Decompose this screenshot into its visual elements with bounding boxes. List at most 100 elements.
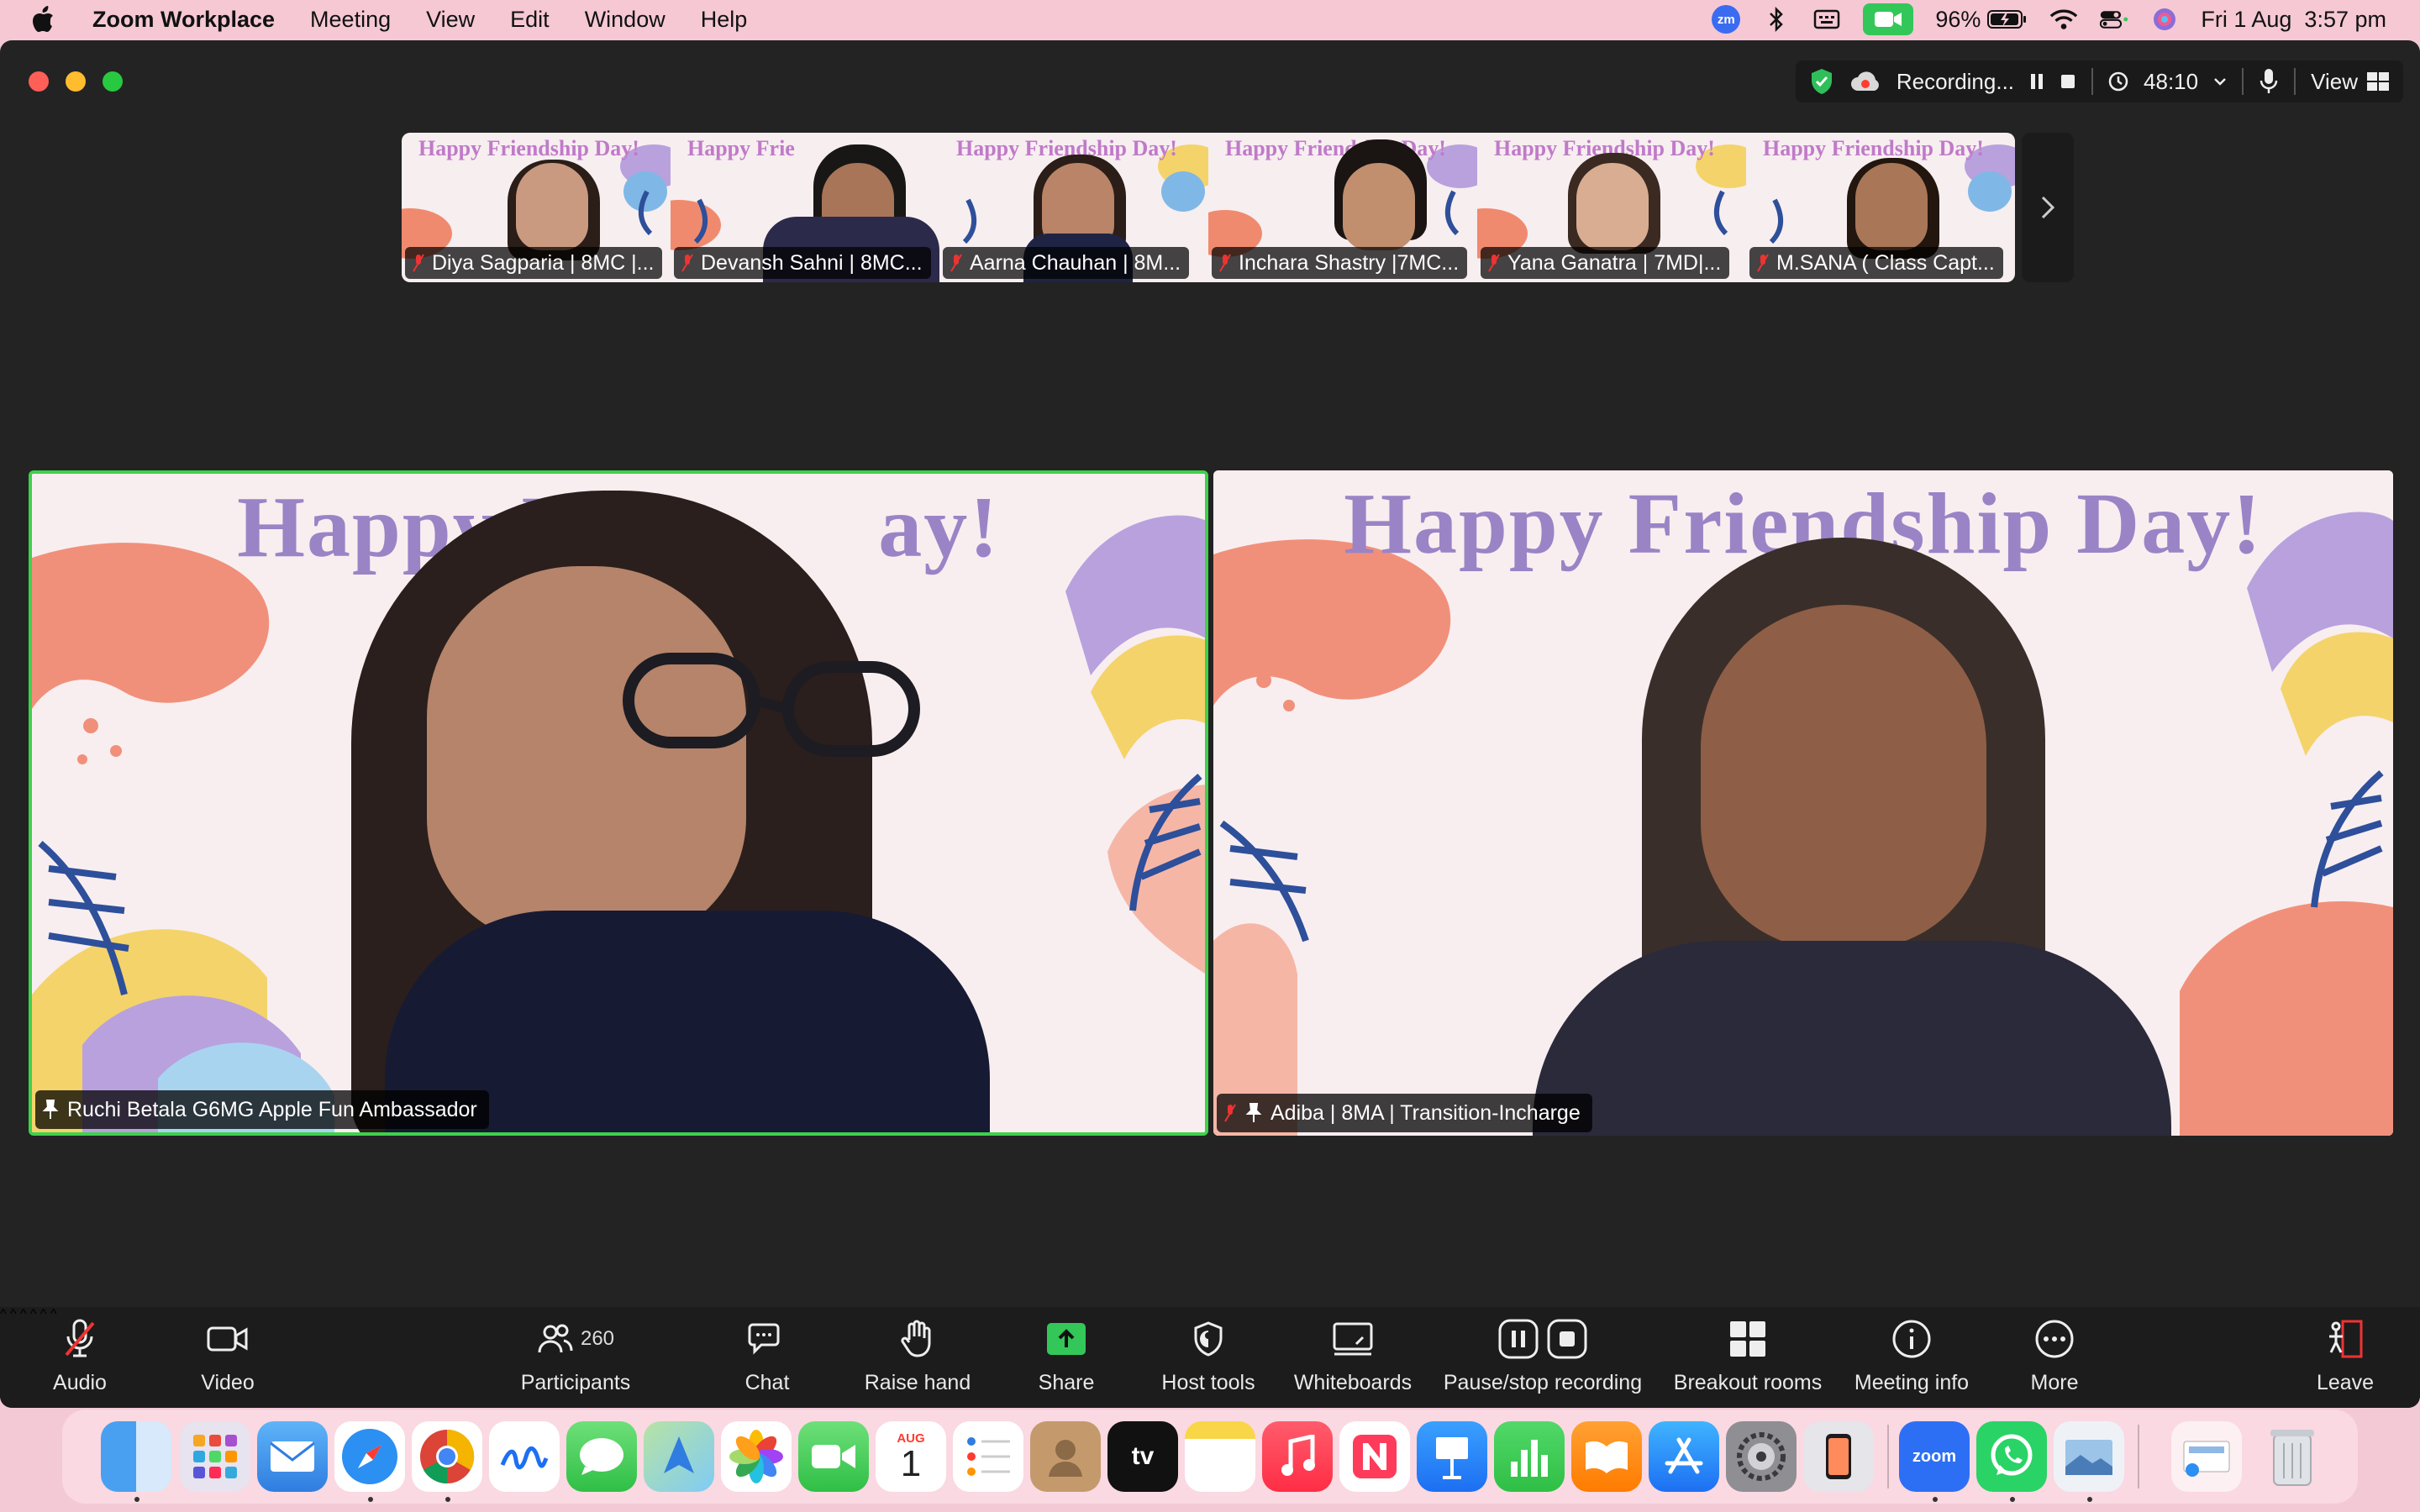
view-button[interactable]: View [2311,69,2390,95]
facetime-icon[interactable] [798,1421,869,1492]
menu-meeting[interactable]: Meeting [310,7,391,33]
audio-options-caret[interactable]: ^ [0,1307,7,1321]
menu-view[interactable]: View [426,7,475,33]
preview-icon[interactable] [2054,1421,2124,1492]
host-tools-shield-icon [1194,1321,1223,1357]
maps-icon[interactable] [644,1421,714,1492]
encryption-shield-icon[interactable] [1809,67,1834,96]
video-options-caret[interactable]: ^ [10,1307,17,1321]
participant-thumbnail[interactable]: Happy Friendship Day! Inchara Shastry |7… [1208,133,1477,282]
apple-icon[interactable] [30,5,55,34]
downloads-stack-icon[interactable] [2171,1421,2242,1492]
share-options-caret[interactable]: ^ [40,1307,47,1321]
reactions-options-caret[interactable]: ^ [30,1307,37,1321]
video-tile-participant[interactable]: Happy Friendship Day! Adiba | 8MA | Tran… [1213,470,2393,1136]
launchpad-icon[interactable] [180,1421,250,1492]
freeform-icon[interactable] [489,1421,560,1492]
chat-options-caret[interactable]: ^ [20,1307,27,1321]
stop-recording-icon[interactable] [2060,73,2076,90]
breakout-rooms-button[interactable]: Breakout rooms [1672,1315,1823,1408]
host-tools-button[interactable]: Host tools [1156,1315,1260,1408]
participants-button[interactable]: 260 Participants [513,1315,639,1408]
whiteboards-button[interactable]: Whiteboards [1291,1315,1415,1408]
microphone-icon[interactable] [2259,67,2279,96]
pause-stop-recording-button[interactable]: Pause/stop recording [1440,1315,1645,1408]
whatsapp-icon[interactable] [1976,1421,2047,1492]
numbers-icon[interactable] [1494,1421,1565,1492]
running-indicator [445,1497,450,1502]
siri-icon[interactable] [2150,7,2179,32]
muted-mic-icon [1488,254,1500,272]
banner-text: Happy Friendship Day! [418,136,639,160]
iphone-mirroring-icon[interactable] [1803,1421,1874,1492]
calendar-icon[interactable]: AUG 1 [876,1421,946,1492]
menubar-clock[interactable]: Fri 1 Aug 3:57 pm [2201,7,2386,33]
notes-icon[interactable] [1185,1421,1255,1492]
meeting-timer[interactable]: 48:10 [2144,69,2198,95]
more-icon [2035,1320,2074,1358]
window-fullscreen-button[interactable] [103,71,123,92]
menu-edit[interactable]: Edit [510,7,550,33]
more-label: More [2030,1371,2079,1394]
app-store-icon[interactable] [1649,1421,1719,1492]
meeting-info-button[interactable]: Meeting info [1850,1315,1973,1408]
app-menu-zoom[interactable]: Zoom Workplace [92,7,275,33]
pause-recording-icon[interactable] [2029,72,2044,91]
chrome-icon[interactable] [412,1421,482,1492]
system-settings-icon[interactable] [1726,1421,1797,1492]
participant-thumbnail[interactable]: Happy Friendship Day! Yana Ganatra | 7MD… [1477,133,1746,282]
mail-icon[interactable] [257,1421,328,1492]
finder-icon[interactable] [101,1421,171,1492]
camera-active-icon[interactable] [1863,3,1914,35]
participant-thumbnail[interactable]: Happy Frie Devansh Sahni | 8MC... [671,133,939,282]
participant-shirt [1533,941,2171,1136]
participant-thumbnail[interactable]: Happy Friendship Day! Diya Sagparia | 8M… [402,133,671,282]
safari-icon[interactable] [334,1421,405,1492]
news-icon[interactable] [1339,1421,1410,1492]
leave-button[interactable]: Leave [2316,1315,2375,1408]
share-button[interactable]: Share [1037,1315,1096,1408]
window-close-button[interactable] [29,71,49,92]
zoom-status-icon[interactable]: zm [1712,5,1741,34]
pause-circle-icon [1498,1319,1539,1359]
glasses-icon [623,653,920,757]
raise-hand-button[interactable]: Raise hand [857,1315,978,1408]
keyboard-icon[interactable] [1812,7,1841,32]
window-minimize-button[interactable] [66,71,86,92]
video-button[interactable]: Video [198,1315,257,1408]
photos-icon[interactable] [721,1421,792,1492]
participant-thumbnail[interactable]: Happy Friendship Day! Aarna Chauhan | 8M… [939,133,1208,282]
wifi-icon[interactable] [2049,7,2078,32]
battery-icon [1987,10,2027,29]
chevron-down-icon[interactable] [2213,76,2227,87]
gallery-next-button[interactable] [2022,133,2074,282]
participant-name-tag: Inchara Shastry |7MC... [1212,247,1468,279]
battery-status[interactable]: 96% [1935,7,2028,33]
keynote-icon[interactable] [1417,1421,1487,1492]
participant-thumbnail[interactable]: Happy Friendship Day! M.SANA ( Class Cap… [1746,133,2015,282]
video-tile-active-speaker[interactable]: Happy Fri ay! Ruchi Betala G6MG Apple Fu… [29,470,1208,1136]
menu-window[interactable]: Window [585,7,666,33]
raise-hand-icon [901,1320,931,1357]
participant-name: Adiba | 8MA | Transition-Incharge [1270,1100,1581,1125]
trash-icon[interactable] [2257,1421,2328,1492]
participant-name: Aarna Chauhan | 8M... [970,250,1181,275]
contacts-icon[interactable] [1030,1421,1101,1492]
audio-button[interactable]: Audio [50,1315,109,1408]
chat-button[interactable]: Chat [739,1315,795,1408]
battery-percent: 96% [1935,6,1981,32]
bluetooth-icon[interactable] [1762,7,1791,32]
calendar-day: 1 [900,1442,922,1484]
chat-icon [748,1323,780,1355]
more-button[interactable]: More [2025,1315,2084,1408]
menu-help[interactable]: Help [701,7,748,33]
messages-icon[interactable] [566,1421,637,1492]
apple-tv-icon[interactable]: tv [1107,1421,1178,1492]
zoom-app-icon[interactable]: zoom [1899,1421,1970,1492]
participant-name-tag: Diya Sagparia | 8MC |... [405,247,663,279]
books-icon[interactable] [1571,1421,1642,1492]
control-center-icon[interactable] [2100,7,2128,32]
music-icon[interactable] [1262,1421,1333,1492]
participant-face [1576,163,1649,250]
reminders-icon[interactable] [953,1421,1023,1492]
